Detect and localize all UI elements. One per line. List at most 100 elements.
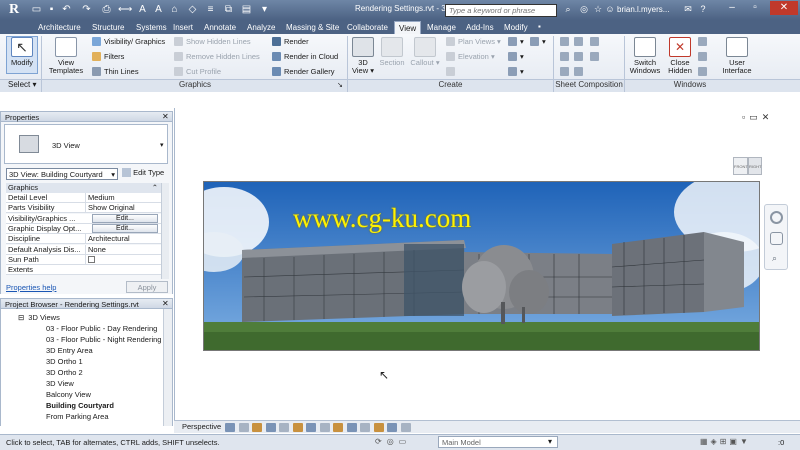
ribbon-minimize-icon[interactable]: ▪ <box>538 22 548 32</box>
zoom-icon[interactable] <box>770 232 783 245</box>
drafting-view-button[interactable] <box>446 67 458 77</box>
visibility-graphics-button[interactable]: Visibility/ Graphics <box>92 37 165 47</box>
constraints-icon[interactable] <box>400 423 411 432</box>
duplicate-view-button[interactable]: ▾ <box>508 37 524 47</box>
edit-button[interactable]: Edit... <box>92 223 158 233</box>
replicate-button[interactable] <box>698 37 710 47</box>
sheet-composition-panel-label[interactable]: Sheet Composition <box>554 80 624 89</box>
property-row[interactable]: Default Analysis Dis... None <box>6 244 161 255</box>
exchange-icon[interactable]: ☆ <box>592 3 604 15</box>
projection-mode-label[interactable]: Perspective <box>182 422 221 431</box>
worksharing-icons[interactable]: ⟳◎▭ <box>375 437 433 448</box>
zoom-region-icon[interactable]: ⌕ <box>772 253 777 264</box>
property-value[interactable]: Architectural <box>85 234 161 245</box>
project-browser-close-icon[interactable]: ✕ <box>162 299 169 308</box>
subscription-icon[interactable]: ◎ <box>578 3 590 15</box>
modify-button[interactable]: ↖ Modify <box>6 36 38 74</box>
edit-button[interactable]: Edit... <box>92 213 158 223</box>
place-view-button[interactable] <box>560 52 572 62</box>
tab-insert[interactable]: Insert <box>169 21 197 34</box>
tab-systems[interactable]: Systems <box>132 21 171 34</box>
tag-icon[interactable]: A <box>136 3 149 16</box>
tree-item[interactable]: 03 - Floor Public - Day Rendering <box>10 324 162 335</box>
tab-add-ins[interactable]: Add-Ins <box>462 21 498 34</box>
property-row[interactable]: Extents <box>6 265 161 276</box>
user-interface-button[interactable]: User Interface <box>718 37 756 75</box>
close-icon[interactable]: ✕ <box>770 1 798 15</box>
thin-lines-icon[interactable]: ≡ <box>204 3 217 16</box>
tab-massing-site[interactable]: Massing & Site <box>282 21 343 34</box>
tree-item[interactable]: 3D Ortho 2 <box>10 368 162 379</box>
tree-item[interactable]: Balcony View <box>10 390 162 401</box>
3d-view-button[interactable]: 3D View ▾ <box>350 37 376 75</box>
tree-item[interactable]: From Parking Area <box>10 412 162 423</box>
project-browser-scrollbar[interactable] <box>163 309 172 426</box>
tree-item[interactable]: 3D Ortho 1 <box>10 357 162 368</box>
edit-type-button[interactable]: Edit Type <box>122 168 164 177</box>
render-gallery-button[interactable]: Render Gallery <box>272 67 334 77</box>
plan-views-button[interactable]: Plan Views ▾ <box>446 37 501 47</box>
cascade-button[interactable] <box>698 52 710 62</box>
type-selector[interactable]: 3D View ▾ <box>4 124 168 164</box>
tile-button[interactable] <box>698 67 710 77</box>
graphics-group-header[interactable]: Graphics ⌃ <box>6 183 161 193</box>
username[interactable]: brian.l.myers... <box>617 5 669 14</box>
tab-analyze[interactable]: Analyze <box>243 21 279 34</box>
viewcube[interactable]: FRONT RIGHT <box>733 157 763 177</box>
elevation-button[interactable]: Elevation ▾ <box>446 52 495 62</box>
property-row[interactable]: Parts Visibility Show Original <box>6 203 161 214</box>
render-in-cloud-button[interactable]: Render in Cloud <box>272 52 338 62</box>
restore-icon[interactable]: ▫ <box>745 1 765 15</box>
tab-structure[interactable]: Structure <box>88 21 128 34</box>
filter-count[interactable]: :0 <box>778 438 784 447</box>
instance-selector[interactable]: 3D View: Building Courtyard ▾ <box>6 168 118 180</box>
tree-item[interactable]: 3D Entry Area <box>10 346 162 357</box>
apply-button[interactable]: Apply <box>126 281 168 293</box>
property-row[interactable]: Graphic Display Opt... Edit... <box>6 223 161 234</box>
print-icon[interactable]: ⎙ <box>100 3 113 16</box>
properties-scrollbar[interactable] <box>161 183 169 279</box>
redo-icon[interactable]: ↷ <box>80 3 93 16</box>
property-row[interactable]: Detail Level Medium <box>6 193 161 203</box>
3d-view-icon[interactable]: ⌂ <box>168 3 181 16</box>
steering-wheel-icon[interactable] <box>770 211 783 224</box>
tree-item[interactable]: 03 - Floor Public - Night Rendering <box>10 335 162 346</box>
property-value[interactable]: None <box>85 244 161 255</box>
section-icon[interactable]: ◇ <box>186 3 199 16</box>
title-block-button[interactable] <box>574 37 586 47</box>
remove-hidden-lines-button[interactable]: Remove Hidden Lines <box>174 52 260 62</box>
detail-level-icon[interactable] <box>238 423 249 432</box>
viewcube-right-face[interactable]: RIGHT <box>748 157 762 175</box>
type-dropdown-icon[interactable]: ▾ <box>160 141 164 149</box>
tab-collaborate[interactable]: Collaborate <box>343 21 392 34</box>
qat-dropdown-icon[interactable]: ▾ <box>258 3 271 16</box>
crop-view-icon[interactable] <box>306 423 316 432</box>
save-icon[interactable]: ▪ <box>45 3 58 16</box>
show-hidden-lines-button[interactable]: Show Hidden Lines <box>174 37 251 47</box>
tab-view[interactable]: View <box>394 21 422 34</box>
switch-windows-button[interactable]: Switch Windows <box>628 37 662 75</box>
sheet-button[interactable] <box>560 37 572 47</box>
switch-windows-icon[interactable]: ▤ <box>240 3 253 16</box>
property-value[interactable]: Show Original <box>85 203 161 214</box>
binoculars-icon[interactable]: ⌕ <box>562 3 574 15</box>
collapse-icon[interactable]: ⊟ <box>18 313 24 322</box>
revit-logo-icon[interactable]: R <box>2 1 26 19</box>
windows-panel-label[interactable]: Windows <box>625 80 755 89</box>
open-icon[interactable]: ▭ <box>30 3 43 16</box>
property-value[interactable]: Medium <box>85 193 161 203</box>
temporary-hide-icon[interactable] <box>346 423 357 432</box>
text-icon[interactable]: A <box>152 3 165 16</box>
view-templates-button[interactable]: View Templates <box>46 37 86 75</box>
legends-button[interactable]: ▾ <box>508 52 524 62</box>
viewcube-front-face[interactable]: FRONT <box>733 157 748 175</box>
scale-icon[interactable] <box>225 423 235 432</box>
rendered-view[interactable] <box>203 181 760 351</box>
viewports-button[interactable] <box>574 67 586 77</box>
user-icon[interactable]: ☺ <box>604 3 616 15</box>
minimize-icon[interactable]: – <box>722 1 742 15</box>
revisions-button[interactable] <box>574 52 586 62</box>
property-row[interactable]: Discipline Architectural <box>6 234 161 245</box>
properties-help-link[interactable]: Properties help <box>6 283 56 292</box>
properties-close-icon[interactable]: ✕ <box>162 112 169 121</box>
